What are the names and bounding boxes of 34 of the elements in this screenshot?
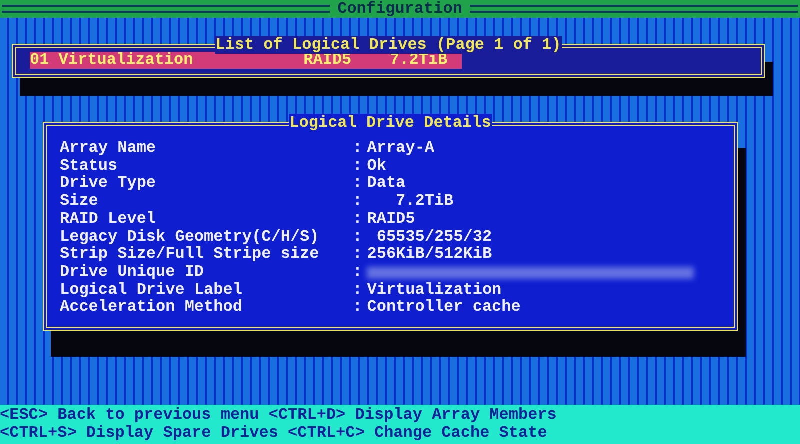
field-value: 7.2TiB <box>395 193 454 211</box>
separator-colon: : <box>352 282 364 300</box>
field-label: Legacy Disk Geometry(C/H/S) <box>60 228 320 246</box>
field-value: 65535/255/32 <box>376 228 492 246</box>
separator-colon: : <box>352 246 364 264</box>
field-label: Size <box>60 193 100 211</box>
field-label: Logical Drive Label <box>60 282 244 299</box>
separator-colon: : <box>352 175 364 194</box>
field-label: Strip Size/Full Stripe size <box>60 246 320 264</box>
field-value: 256KiB/512KiB <box>367 246 492 264</box>
field-value: Data <box>367 175 406 193</box>
separator-colon: : <box>352 158 364 176</box>
panel-title: Logical Drive Details <box>288 114 492 132</box>
separator-colon: : <box>352 140 364 158</box>
field-label: Array Name <box>60 140 158 158</box>
field-label: RAID Level <box>60 210 158 229</box>
field-value: RAID5 <box>367 210 416 229</box>
field-label: Status <box>60 158 119 175</box>
screen-title: Configuration <box>338 0 462 18</box>
field-label: Drive Unique ID <box>60 264 206 282</box>
panel-title: List of Logical Drives (Page 1 of 1) <box>214 36 562 54</box>
key-hint: <CTRL+S> Display Spare Drives <CTRL+C> Change Cache State <box>0 424 548 442</box>
separator-colon: : <box>352 193 364 211</box>
field-label: Drive Type <box>60 175 158 193</box>
separator-colon: : <box>352 228 364 246</box>
field-value: Array-A <box>367 140 434 158</box>
separator-colon: : <box>352 299 364 318</box>
field-value: Controller cache <box>367 299 521 318</box>
separator-colon: : <box>352 210 364 229</box>
separator-colon: : <box>352 264 364 282</box>
field-value: Ok <box>367 158 386 176</box>
field-value: Virtualization <box>367 282 502 299</box>
field-label: Acceleration Method <box>60 299 244 318</box>
key-hint: <ESC> Back to previous menu <CTRL+D> Display Array Members <box>0 407 558 424</box>
